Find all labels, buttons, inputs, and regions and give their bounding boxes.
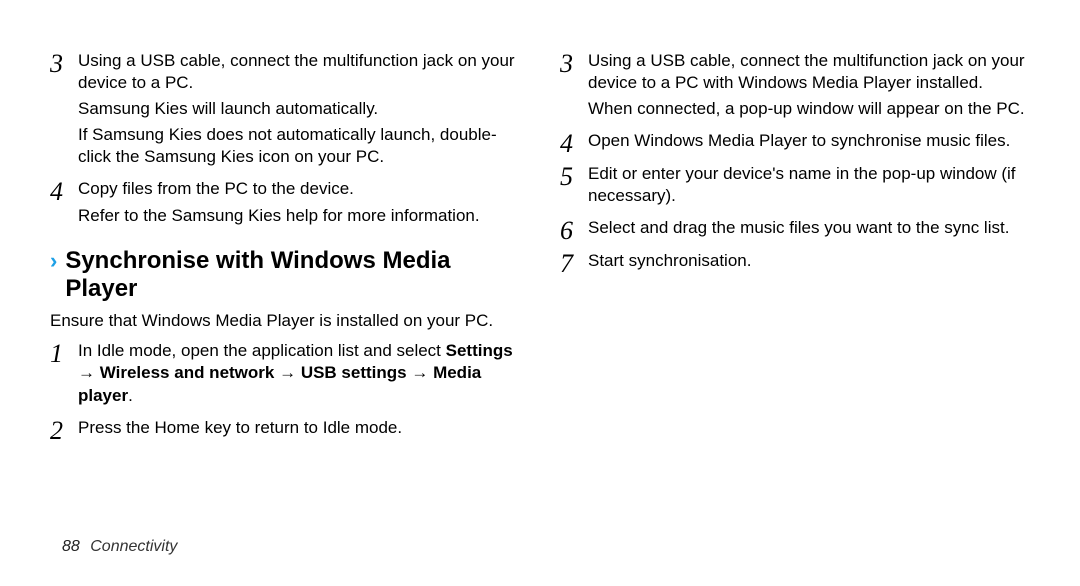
manual-page: 3 Using a USB cable, connect the multifu… <box>0 0 1080 586</box>
step-text: Edit or enter your device's name in the … <box>588 163 1030 207</box>
text-run: . <box>128 386 133 405</box>
step-text: Open Windows Media Player to synchronise… <box>588 130 1030 152</box>
step-text: Start synchronisation. <box>588 250 1030 272</box>
step-number: 2 <box>50 417 78 444</box>
page-number: 88 <box>62 538 80 555</box>
step-5-wmp: 5 Edit or enter your device's name in th… <box>560 163 1030 211</box>
arrow-text: → <box>274 363 300 382</box>
step-body: Select and drag the music files you want… <box>588 217 1030 243</box>
step-number: 1 <box>50 340 78 367</box>
arrow-text: → <box>407 363 433 382</box>
footer-section-name: Connectivity <box>90 538 177 555</box>
step-body: Start synchronisation. <box>588 250 1030 276</box>
step-number: 5 <box>560 163 588 190</box>
step-text: Samsung Kies will launch automatically. <box>78 98 520 120</box>
step-4-wmp: 4 Open Windows Media Player to synchroni… <box>560 130 1030 157</box>
step-6-wmp: 6 Select and drag the music files you wa… <box>560 217 1030 244</box>
step-body: Press the Home key to return to Idle mod… <box>78 417 520 443</box>
step-number: 6 <box>560 217 588 244</box>
step-body: Using a USB cable, connect the multifunc… <box>588 50 1030 124</box>
step-text: Select and drag the music files you want… <box>588 217 1030 239</box>
left-column: 3 Using a USB cable, connect the multifu… <box>50 50 520 450</box>
bold-settings: Settings <box>446 341 513 360</box>
arrow-text: → <box>78 363 100 382</box>
step-text: Copy files from the PC to the device. <box>78 178 520 200</box>
step-text: Press the Home key to return to Idle mod… <box>78 417 520 439</box>
step-text: Using a USB cable, connect the multifunc… <box>588 50 1030 94</box>
step-2-wmp: 2 Press the Home key to return to Idle m… <box>50 417 520 444</box>
page-footer: 88 Connectivity <box>62 538 177 556</box>
chevron-right-icon: › <box>50 247 57 276</box>
step-number: 3 <box>50 50 78 77</box>
step-number: 4 <box>50 178 78 205</box>
right-column: 3 Using a USB cable, connect the multifu… <box>560 50 1030 450</box>
step-body: Using a USB cable, connect the multifunc… <box>78 50 520 172</box>
bold-wireless: Wireless and network <box>100 363 275 382</box>
section-intro: Ensure that Windows Media Player is inst… <box>50 310 520 332</box>
step-3-kies: 3 Using a USB cable, connect the multifu… <box>50 50 520 172</box>
bold-usb: USB settings <box>301 363 407 382</box>
step-text: In Idle mode, open the application list … <box>78 340 520 406</box>
step-number: 7 <box>560 250 588 277</box>
step-body: Copy files from the PC to the device. Re… <box>78 178 520 230</box>
section-heading-sync-wmp: › Synchronise with Windows Media Player <box>50 247 520 305</box>
step-text: Using a USB cable, connect the multifunc… <box>78 50 520 94</box>
step-text: Refer to the Samsung Kies help for more … <box>78 205 520 227</box>
heading-text: Synchronise with Windows Media Player <box>65 247 520 305</box>
step-number: 4 <box>560 130 588 157</box>
text-run: In Idle mode, open the application list … <box>78 341 446 360</box>
step-text: If Samsung Kies does not automatically l… <box>78 124 520 168</box>
step-body: In Idle mode, open the application list … <box>78 340 520 410</box>
step-body: Edit or enter your device's name in the … <box>588 163 1030 211</box>
step-text: When connected, a pop-up window will app… <box>588 98 1030 120</box>
step-1-wmp: 1 In Idle mode, open the application lis… <box>50 340 520 410</box>
step-3-wmp: 3 Using a USB cable, connect the multifu… <box>560 50 1030 124</box>
step-7-wmp: 7 Start synchronisation. <box>560 250 1030 277</box>
two-column-layout: 3 Using a USB cable, connect the multifu… <box>50 50 1030 450</box>
step-number: 3 <box>560 50 588 77</box>
step-4-kies: 4 Copy files from the PC to the device. … <box>50 178 520 230</box>
step-body: Open Windows Media Player to synchronise… <box>588 130 1030 156</box>
